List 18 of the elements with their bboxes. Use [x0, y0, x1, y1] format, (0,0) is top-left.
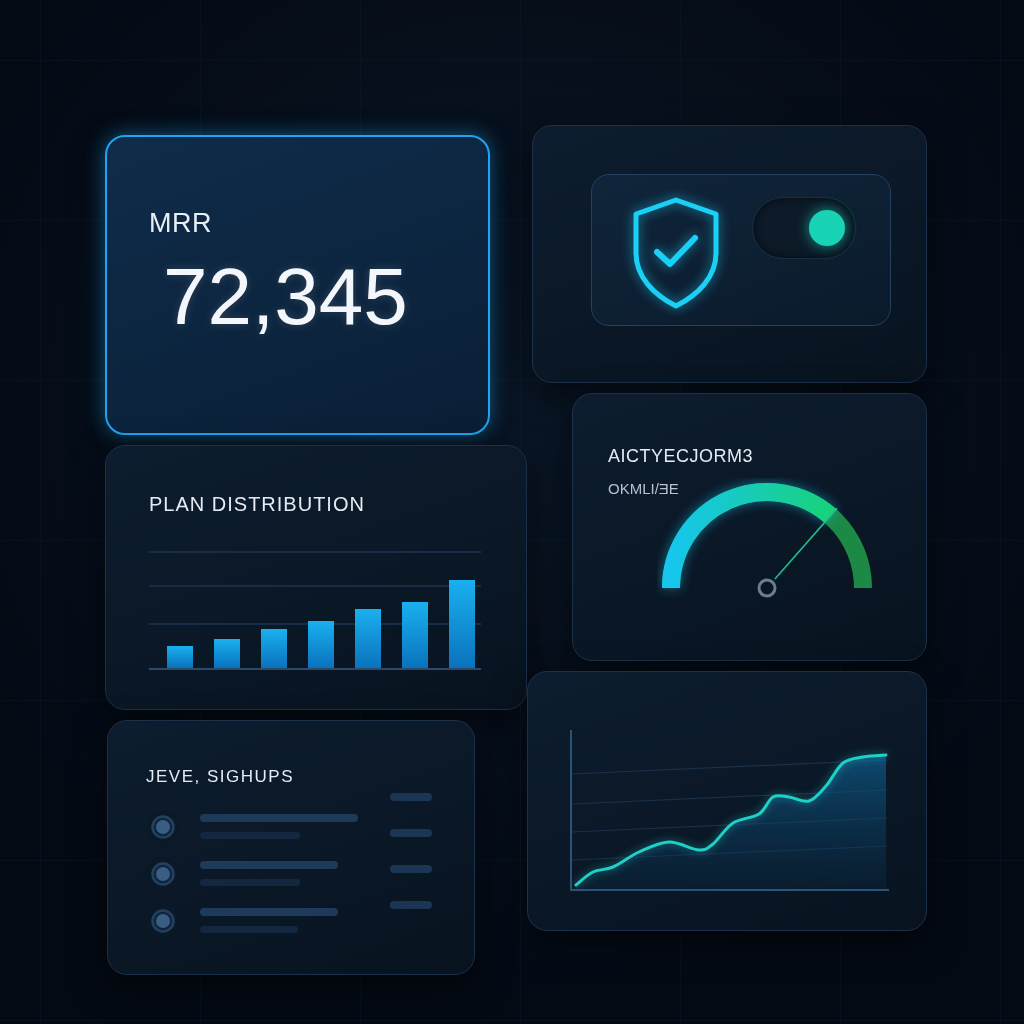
- gauge-pivot-icon: [757, 578, 777, 598]
- card-title: PLAN DISTRIBUTION: [149, 492, 365, 516]
- bar: [214, 639, 240, 668]
- bar: [355, 609, 381, 668]
- placeholder-line: [390, 829, 432, 838]
- card-title: AICTYECJORM3: [608, 446, 754, 468]
- bar: [308, 621, 334, 668]
- bar: [402, 602, 428, 668]
- bar: [167, 646, 193, 668]
- metric-label: MRR: [149, 207, 212, 240]
- shield-check-icon: [632, 197, 720, 309]
- card-title: JEVE, SIGHUPS: [146, 767, 294, 788]
- placeholder-line: [390, 793, 432, 802]
- card-subtitle: OKMLI/ƎE: [608, 479, 679, 498]
- placeholder-line: [390, 901, 432, 910]
- bar: [261, 629, 287, 668]
- metric-value: 72,345: [163, 253, 408, 342]
- placeholder-line: [390, 865, 432, 874]
